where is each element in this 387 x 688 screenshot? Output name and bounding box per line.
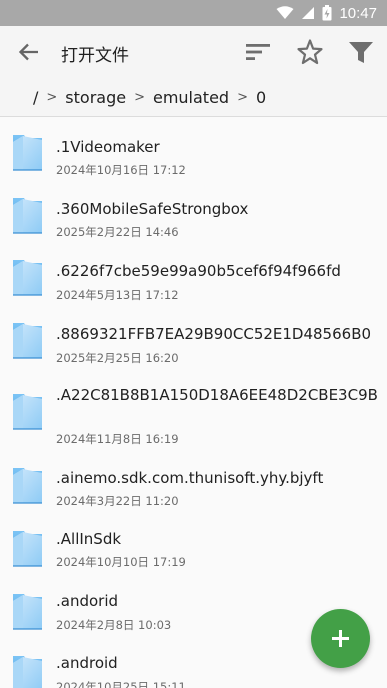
file-date: 2024年10月10日 17:19: [56, 555, 186, 569]
file-name: .AllInSdk: [56, 530, 122, 548]
file-name: .6226f7cbe59e99a90b5cef6f94f966fd: [56, 262, 341, 280]
file-date: 2024年10月16日 17:12: [56, 163, 186, 177]
file-name: .android: [56, 654, 118, 672]
back-arrow-icon[interactable]: [16, 40, 42, 64]
status-bar: 10:47: [0, 0, 387, 26]
file-name: .A22C81B8B1A150D18A6EE48D2CBE3C9B: [56, 386, 378, 404]
file-name: .360MobileSafeStrongbox: [56, 200, 249, 218]
file-date: 2024年11月8日 16:19: [56, 432, 179, 446]
file-name: .1Videomaker: [56, 138, 160, 156]
file-list: .1Videomaker 2024年10月16日 17:12 .360Mobil…: [0, 117, 387, 688]
breadcrumb-root[interactable]: /: [33, 88, 38, 107]
breadcrumb-item-storage[interactable]: storage: [65, 88, 126, 107]
sort-icon[interactable]: [244, 38, 272, 66]
list-item[interactable]: .ainemo.sdk.com.thunisoft.yhy.bjyft 2024…: [0, 452, 387, 515]
folder-icon: [12, 134, 43, 171]
list-item[interactable]: .360MobileSafeStrongbox 2025年2月22日 14:46: [0, 180, 387, 242]
file-name: .8869321FFB7EA29B90CC52E1D48566B0: [56, 325, 372, 343]
folder-icon: [12, 393, 43, 430]
file-date: 2024年5月13日 17:12: [56, 288, 179, 302]
status-time: 10:47: [339, 4, 377, 22]
file-name: .ainemo.sdk.com.thunisoft.yhy.bjyft: [56, 469, 324, 487]
breadcrumb-separator: >: [46, 89, 58, 105]
file-date: 2025年2月22日 14:46: [56, 225, 179, 239]
star-icon[interactable]: [296, 38, 324, 66]
file-date: 2025年2月25日 16:20: [56, 351, 179, 365]
list-item[interactable]: .6226f7cbe59e99a90b5cef6f94f966fd 2024年5…: [0, 242, 387, 305]
list-item[interactable]: .8869321FFB7EA29B90CC52E1D48566B0 2025年2…: [0, 305, 387, 368]
app-bar: 打开文件: [0, 26, 387, 78]
add-button[interactable]: [311, 609, 370, 668]
folder-icon: [12, 467, 43, 504]
signal-icon: [302, 7, 315, 19]
breadcrumb-separator: >: [134, 89, 145, 105]
breadcrumb-item-0[interactable]: 0: [256, 88, 266, 107]
file-date: 2024年3月22日 11:20: [56, 494, 179, 508]
battery-icon: [322, 5, 332, 21]
breadcrumb: / > storage > emulated > 0: [0, 78, 387, 116]
folder-icon: [12, 259, 43, 296]
wifi-icon: [276, 6, 294, 19]
folder-icon: [12, 593, 43, 630]
file-date: 2024年2月8日 10:03: [56, 618, 172, 632]
page-title: 打开文件: [61, 46, 129, 66]
breadcrumb-item-emulated[interactable]: emulated: [153, 88, 229, 107]
file-name: .andorid: [56, 592, 119, 610]
list-item[interactable]: .1Videomaker 2024年10月16日 17:12: [0, 117, 387, 180]
filter-icon[interactable]: [347, 38, 375, 66]
folder-icon: [12, 655, 43, 688]
folder-icon: [12, 197, 43, 234]
file-date: 2024年10月25日 15:11: [56, 680, 186, 688]
breadcrumb-separator: >: [237, 89, 248, 105]
folder-icon: [12, 530, 43, 567]
folder-icon: [12, 322, 43, 359]
list-item[interactable]: .A22C81B8B1A150D18A6EE48D2CBE3C9B 2024年1…: [0, 368, 387, 452]
list-item[interactable]: .AllInSdk 2024年10月10日 17:19: [0, 515, 387, 578]
